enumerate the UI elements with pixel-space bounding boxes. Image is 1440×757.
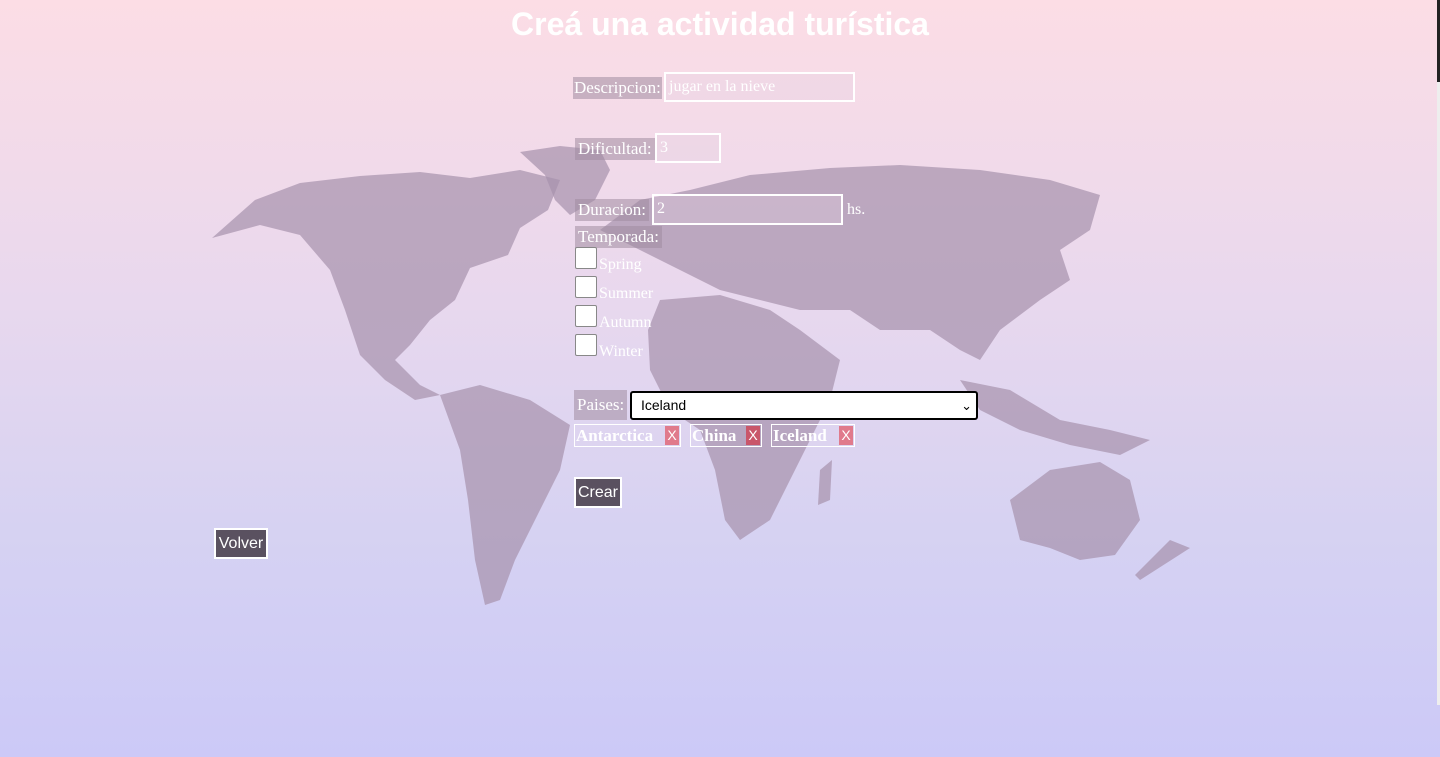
paises-select[interactable]: Iceland ⌄ xyxy=(630,391,978,420)
summer-checkbox[interactable] xyxy=(575,276,597,298)
descripcion-label: Descripcion: xyxy=(573,77,662,99)
crear-button[interactable]: Crear xyxy=(574,477,622,508)
autumn-label: Autumn xyxy=(599,314,652,331)
duracion-unit: hs. xyxy=(847,201,866,218)
dificultad-label: Dificultad: xyxy=(575,138,655,160)
country-chip-label: Antarctica xyxy=(576,426,654,445)
country-chip-china: China X xyxy=(690,424,762,447)
remove-country-button[interactable]: X xyxy=(665,426,679,445)
duracion-label: Duracion: xyxy=(575,199,649,221)
summer-label: Summer xyxy=(599,285,654,302)
world-map-background xyxy=(212,146,1190,605)
winter-checkbox[interactable] xyxy=(575,334,597,356)
volver-button[interactable]: Volver xyxy=(214,528,268,559)
page-title: Creá una actividad turística xyxy=(511,6,929,42)
remove-country-button[interactable]: X xyxy=(839,426,853,445)
chevron-down-icon: ⌄ xyxy=(961,398,972,413)
country-chip-label: Iceland xyxy=(773,426,827,445)
country-chip-antarctica: Antarctica X xyxy=(574,424,681,447)
winter-label: Winter xyxy=(599,343,643,360)
paises-label: Paises: xyxy=(574,390,628,420)
dificultad-input[interactable]: 3 xyxy=(655,133,721,163)
temporada-label: Temporada: xyxy=(575,226,662,248)
spring-label: Spring xyxy=(599,256,642,273)
remove-country-button[interactable]: X xyxy=(746,426,760,445)
duracion-input[interactable]: 2 xyxy=(652,194,843,225)
country-chip-label: China xyxy=(692,426,737,445)
spring-checkbox[interactable] xyxy=(575,247,597,269)
descripcion-input[interactable]: jugar en la nieve xyxy=(664,72,855,102)
autumn-checkbox[interactable] xyxy=(575,305,597,327)
paises-select-value: Iceland xyxy=(641,397,687,413)
country-chip-iceland: Iceland X xyxy=(771,424,855,447)
